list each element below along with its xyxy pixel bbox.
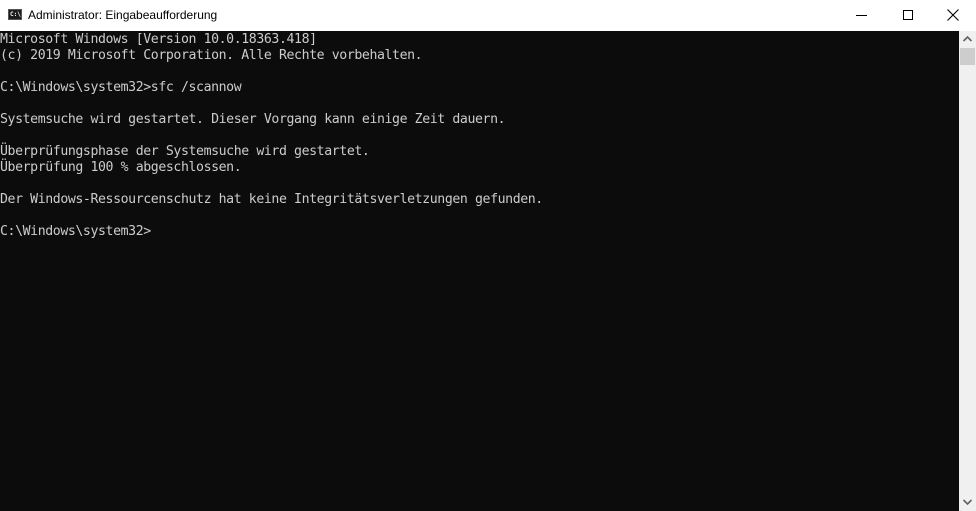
close-icon	[947, 9, 959, 21]
title-bar[interactable]: C:\ Administrator: Eingabeaufforderung	[0, 0, 976, 31]
maximize-button[interactable]	[884, 0, 930, 31]
close-button[interactable]	[930, 0, 976, 31]
cmd-icon-text: C:\	[10, 11, 21, 18]
scroll-down-button[interactable]	[959, 494, 976, 511]
chevron-down-icon	[963, 499, 972, 505]
cmd-icon[interactable]: C:\	[8, 9, 22, 20]
minimize-button[interactable]	[838, 0, 884, 31]
vertical-scrollbar[interactable]	[959, 31, 976, 511]
console-line: Überprüfung 100 % abgeschlossen.	[0, 160, 242, 175]
console-line: Systemsuche wird gestartet. Dieser Vorga…	[0, 112, 506, 127]
console-prompt[interactable]: C:\Windows\system32>	[0, 224, 959, 240]
console-line: C:\Windows\system32>sfc /scannow	[0, 80, 242, 95]
scrollbar-thumb[interactable]	[960, 48, 975, 65]
window-title: Administrator: Eingabeaufforderung	[28, 8, 218, 22]
maximize-icon	[903, 10, 913, 20]
console-line: Microsoft Windows [Version 10.0.18363.41…	[0, 32, 317, 47]
console-line: Überprüfungsphase der Systemsuche wird g…	[0, 144, 370, 159]
console-output[interactable]: Microsoft Windows [Version 10.0.18363.41…	[0, 31, 959, 511]
chevron-up-icon	[963, 36, 972, 42]
scroll-up-button[interactable]	[959, 31, 976, 48]
minimize-icon	[856, 15, 867, 16]
console-line: Der Windows-Ressourcenschutz hat keine I…	[0, 192, 543, 207]
console-line: (c) 2019 Microsoft Corporation. Alle Rec…	[0, 48, 423, 63]
